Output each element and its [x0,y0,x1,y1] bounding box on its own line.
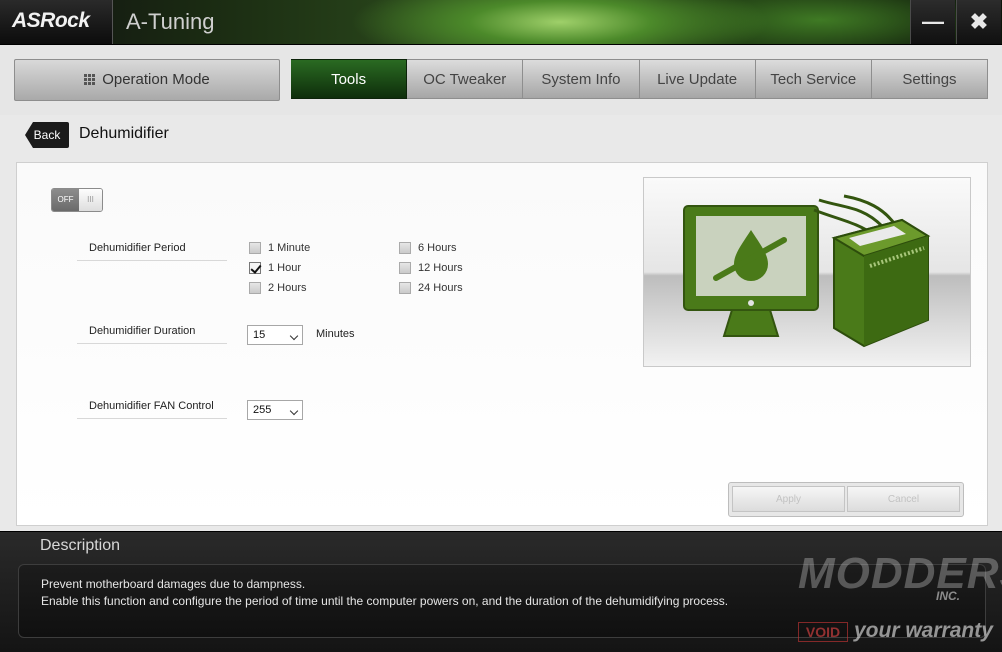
period-option-2-hours[interactable]: 2 Hours [249,282,307,294]
checkbox-label: 24 Hours [418,282,463,294]
back-button[interactable]: Back [25,122,69,148]
operation-mode-button[interactable]: Operation Mode [14,59,280,101]
tab-bar: Tools OC Tweaker System Info Live Update… [291,59,989,99]
period-option-24-hours[interactable]: 24 Hours [399,282,463,294]
description-line-1: Prevent motherboard damages due to dampn… [41,577,306,591]
apply-button[interactable]: Apply [732,486,845,512]
toggle-state-label: OFF [52,189,79,211]
checkbox-label: 1 Minute [268,242,311,254]
watermark-main-text: MODDERS [798,549,1002,598]
watermark-void-stamp: VOID [798,622,848,642]
chevron-down-icon [289,406,299,416]
period-label: Dehumidifier Period [77,242,227,261]
monitor-dehumidifier-icon [683,194,931,348]
checkbox[interactable] [249,242,261,254]
checkbox-label: 6 Hours [418,242,457,254]
period-option-1-minute[interactable]: 1 Minute [249,242,310,254]
cancel-button[interactable]: Cancel [847,486,960,512]
page-title: Dehumidifier [79,125,169,142]
description-title: Description [40,537,121,554]
period-option-6-hours[interactable]: 6 Hours [399,242,457,254]
checkbox-label: 2 Hours [268,282,307,294]
minimize-icon: — [922,9,944,34]
description-line-2: Enable this function and configure the p… [41,594,729,608]
dehumidifier-illustration [643,177,971,367]
duration-value: 15 [253,329,266,341]
watermark-tagline: your warranty [854,619,993,642]
operation-mode-label: Operation Mode [102,71,210,88]
duration-select[interactable]: 15 [247,325,303,345]
action-buttons: Apply Cancel [728,482,964,517]
tab-tech-service[interactable]: Tech Service [755,59,872,99]
tab-oc-tweaker[interactable]: OC Tweaker [407,59,524,99]
watermark-inc-text: INC. [936,589,960,603]
close-button[interactable]: ✖ [956,0,1001,44]
period-option-1-hour[interactable]: 1 Hour [249,262,301,274]
main-nav: Operation Mode Tools OC Tweaker System I… [0,45,1002,115]
checkbox-label: 1 Hour [268,262,302,274]
close-icon: ✖ [969,9,989,34]
dehumidifier-panel: OFF III Dehumidifier Period 1 Minute 1 H… [16,162,988,526]
duration-unit: Minutes [316,328,355,340]
dehumidifier-toggle[interactable]: OFF III [51,188,103,212]
logo-area: ASRock [0,0,113,44]
modders-inc-watermark: MODDERS INC. VOID your warranty [790,549,1002,651]
checkbox[interactable] [399,262,411,274]
toggle-knob: III [79,189,102,211]
minimize-button[interactable]: — [910,0,955,44]
checkbox[interactable] [399,282,411,294]
chevron-down-icon [289,331,299,341]
app-window: ASRock A-Tuning — ✖ Operation Mode Tools… [0,0,1002,652]
fan-control-value: 255 [253,404,272,416]
title-bar: ASRock A-Tuning — ✖ [0,0,1002,45]
duration-label: Dehumidifier Duration [77,325,227,344]
period-option-12-hours[interactable]: 12 Hours [399,262,463,274]
checkbox-label: 12 Hours [418,262,463,274]
tab-tools[interactable]: Tools [291,59,408,99]
tab-settings[interactable]: Settings [871,59,989,99]
checkbox[interactable] [249,282,261,294]
tab-live-update[interactable]: Live Update [639,59,756,99]
asrock-logo: ASRock [12,9,90,32]
checkbox[interactable] [399,242,411,254]
fan-control-label: Dehumidifier FAN Control [77,400,227,419]
fan-control-select[interactable]: 255 [247,400,303,420]
tab-system-info[interactable]: System Info [523,59,640,99]
checkbox-checked[interactable] [249,262,261,274]
grid-icon [84,74,96,85]
app-title: A-Tuning [126,9,215,34]
